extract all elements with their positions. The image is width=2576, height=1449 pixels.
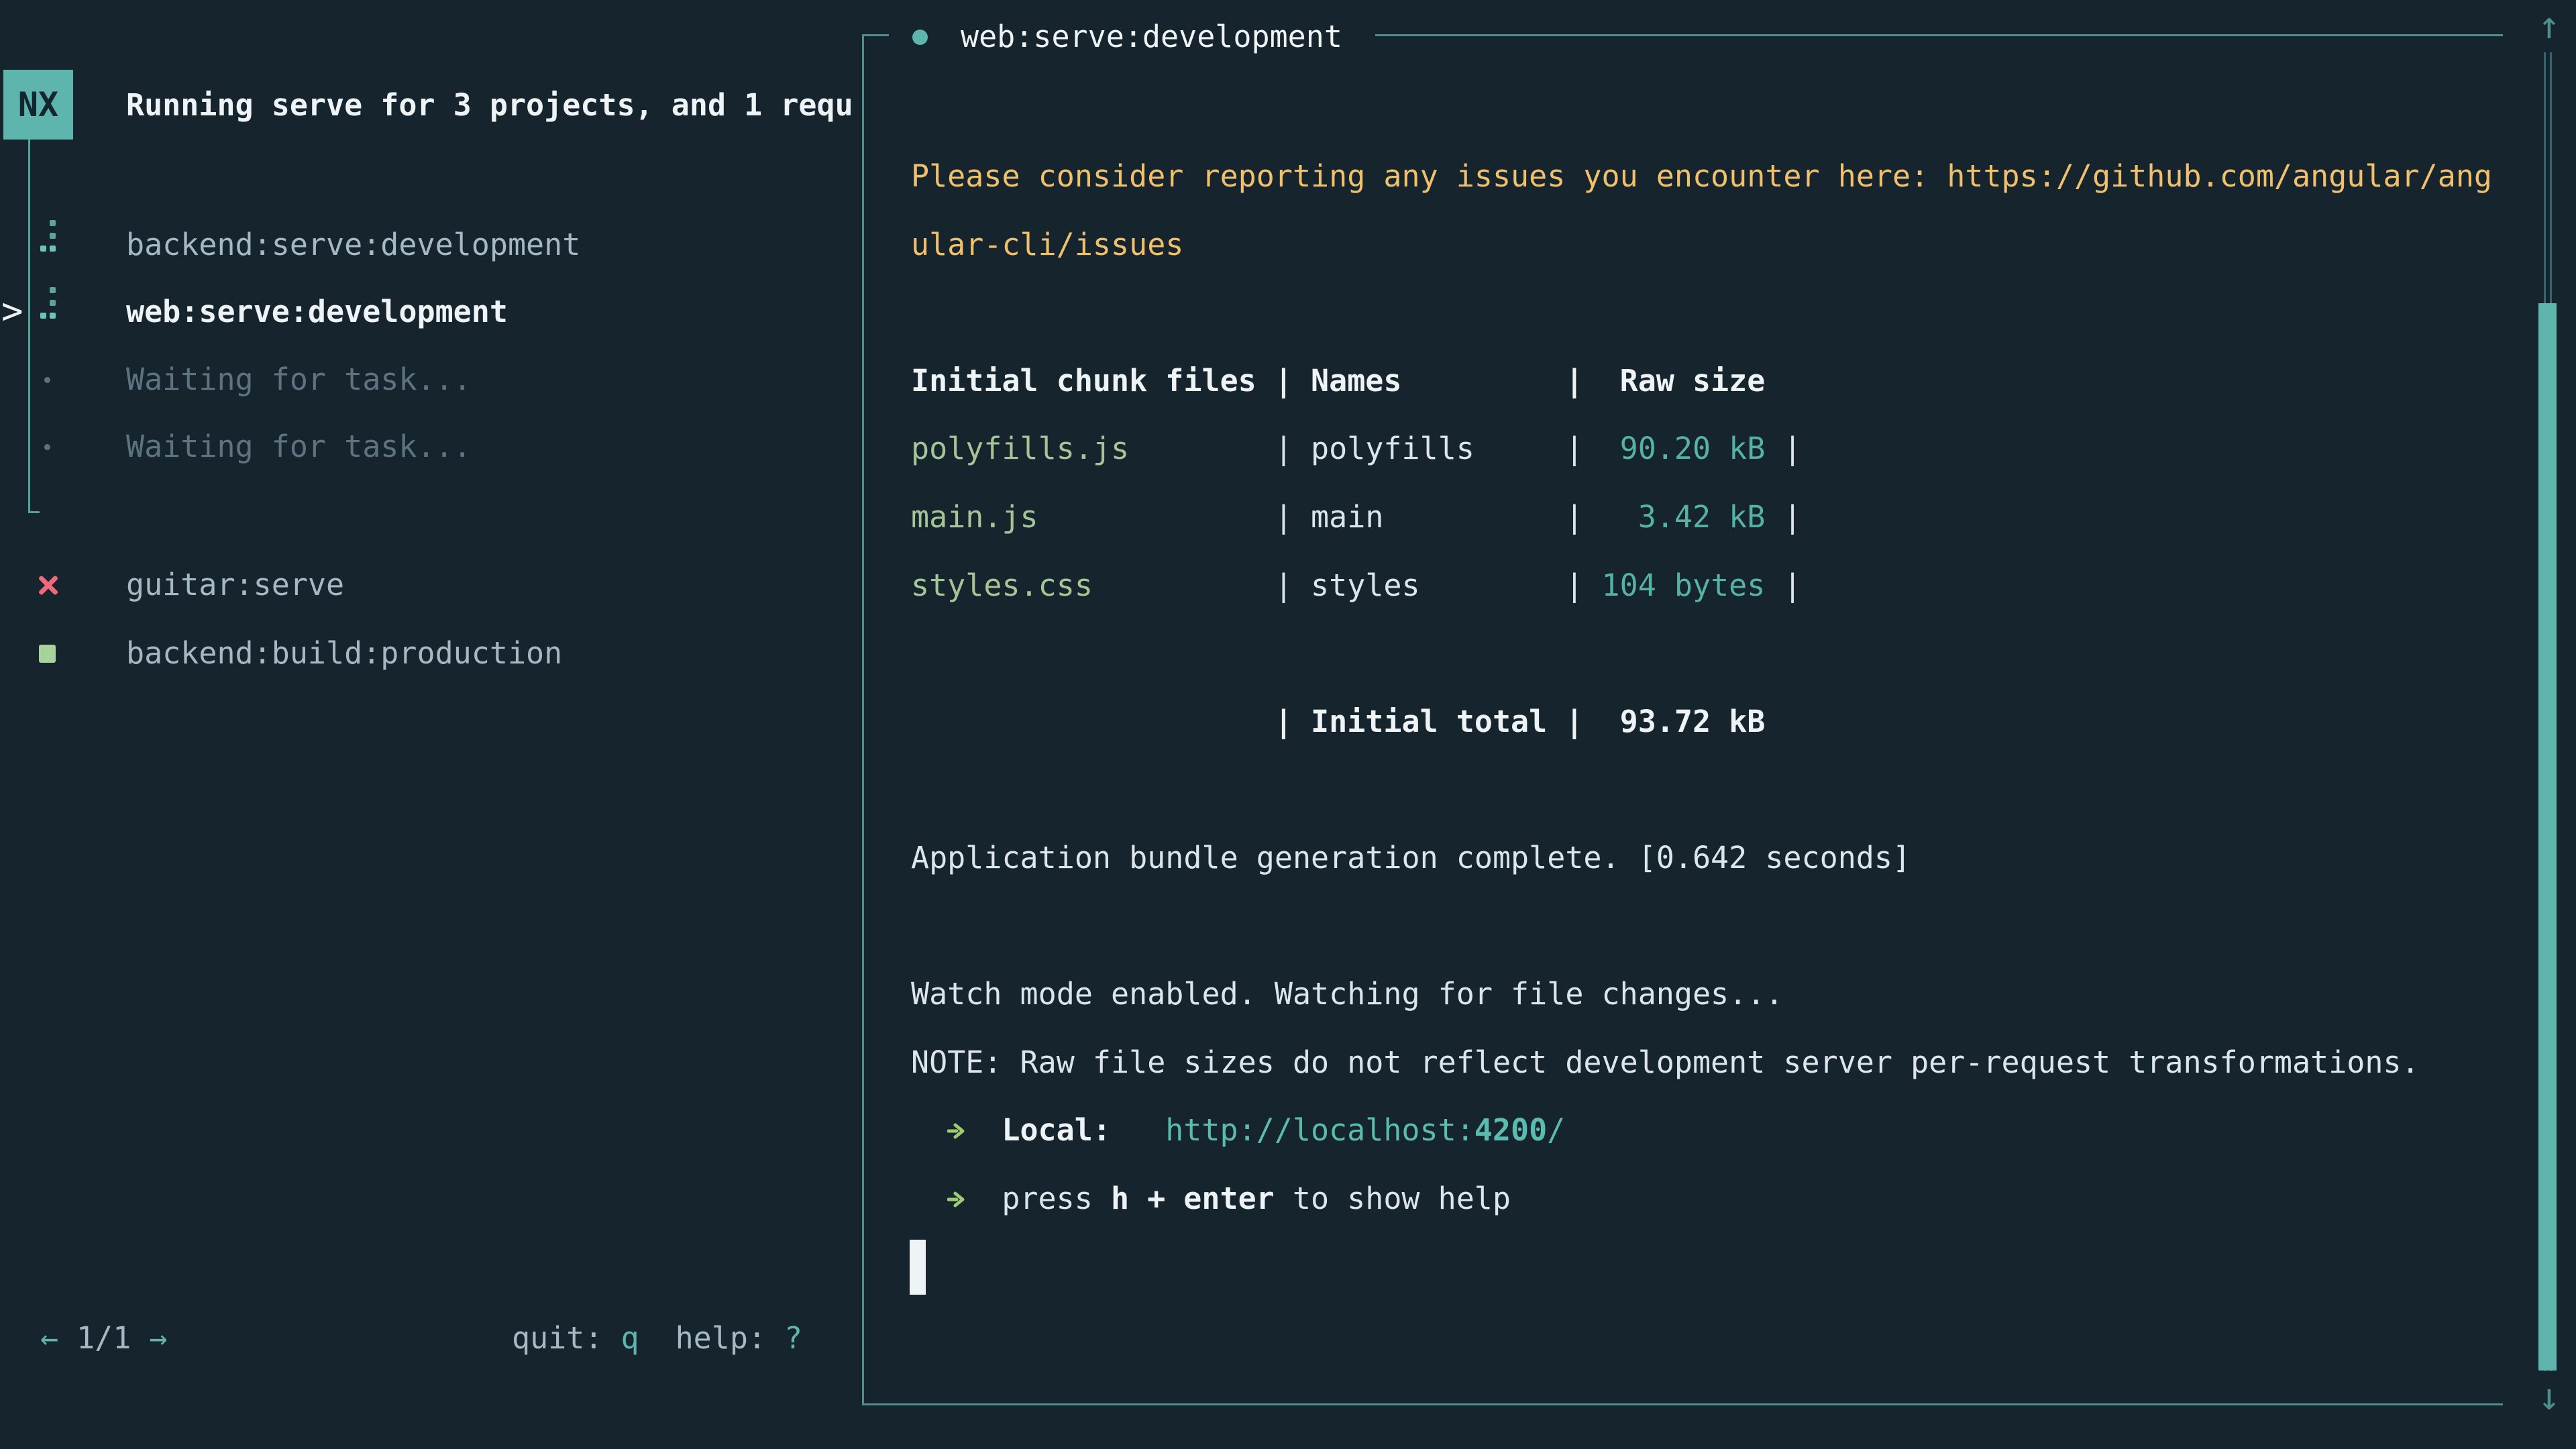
nx-logo-text: NX — [18, 85, 58, 124]
prev-page-arrow-icon[interactable]: ← — [40, 1320, 58, 1356]
prompt-arrow-icon — [947, 1116, 965, 1146]
task-row[interactable]: backend:build:production — [0, 620, 862, 687]
task-label: Waiting for task... — [126, 413, 472, 480]
raw-size-note-line: NOTE: Raw file sizes do not reflect deve… — [911, 1044, 2420, 1080]
page-indicator: 1/1 — [76, 1320, 131, 1356]
local-url-link[interactable]: http://localhost: — [1165, 1112, 1474, 1148]
chunk-name-cell: main — [1311, 499, 1547, 535]
chunk-file-cell: styles.css — [911, 568, 1275, 603]
quit-key: q — [621, 1320, 639, 1356]
angular-issue-notice: ular-cli/issues — [911, 227, 1183, 262]
terminal-line: | Initial total | 93.72 kB — [911, 688, 2508, 756]
scrollbar-thumb[interactable] — [2538, 303, 2557, 1371]
output-panel-title: web:serve:development — [961, 5, 1342, 68]
task-label: Waiting for task... — [126, 346, 472, 413]
task-row[interactable]: backend:serve:development — [0, 211, 862, 278]
chunk-file-cell: main.js — [911, 499, 1275, 535]
task-label: web:serve:development — [126, 278, 508, 345]
terminal-line: styles.css | styles | 104 bytes | — [911, 551, 2508, 620]
terminal-line — [911, 755, 2508, 824]
terminal-line: press h + enter to show help — [911, 1165, 2508, 1233]
chunk-table-header: Initial chunk files | Names | Raw size — [911, 363, 1765, 398]
keyboard-hints: quit: q help:? — [512, 1305, 802, 1372]
angular-issue-notice: Please consider reporting any issues you… — [911, 158, 2492, 194]
bundle-complete-line: Application bundle generation complete. … — [911, 840, 1911, 875]
failed-x-icon — [38, 574, 59, 596]
terminal-line: main.js | main | 3.42 kB | — [911, 483, 2508, 551]
task-list-pagination: ← 1/1 → — [40, 1305, 167, 1372]
local-url-port[interactable]: 4200 — [1474, 1112, 1547, 1148]
task-row[interactable]: Waiting for task... — [0, 346, 862, 413]
task-label: backend:serve:development — [126, 211, 580, 278]
terminal-line — [911, 892, 2508, 961]
terminal-line: Please consider reporting any issues you… — [911, 142, 2508, 211]
watch-mode-line: Watch mode enabled. Watching for file ch… — [911, 976, 1783, 1012]
quit-hint-label: quit: — [512, 1320, 602, 1356]
nx-logo: NX — [3, 70, 73, 140]
chunk-size-cell: 104 bytes — [1602, 568, 1766, 603]
app-title: Running serve for 3 projects, and 1 requ — [126, 71, 860, 139]
chunk-name-cell: styles — [1311, 568, 1547, 603]
terminal-line: Watch mode enabled. Watching for file ch… — [911, 960, 2508, 1028]
panel-border-nub — [862, 34, 889, 36]
terminal-line: polyfills.js | polyfills | 90.20 kB | — [911, 415, 2508, 483]
initial-total-size: 93.72 kB — [1602, 704, 1766, 739]
waiting-dot-icon — [44, 377, 50, 383]
success-square-icon — [39, 645, 56, 663]
task-row[interactable]: > web:serve:development — [0, 278, 862, 345]
task-running-dot-icon — [912, 30, 928, 45]
nx-tui-screen: NX Running serve for 3 projects, and 1 r… — [0, 0, 2576, 1449]
chunk-size-cell: 90.20 kB — [1602, 431, 1766, 466]
prompt-arrow-icon — [947, 1185, 965, 1214]
terminal-line: Initial chunk files | Names | Raw size — [911, 347, 2508, 415]
chunk-size-cell: 3.42 kB — [1602, 499, 1766, 535]
terminal-line — [911, 619, 2508, 688]
terminal-line: Local: http://localhost:4200/ — [911, 1096, 2508, 1165]
chunk-name-cell: polyfills — [1311, 431, 1547, 466]
terminal-line: ular-cli/issues — [911, 211, 2508, 279]
scroll-down-icon[interactable]: ↓ — [2530, 1377, 2568, 1418]
task-row[interactable]: guitar:serve — [0, 551, 862, 619]
selected-task-chevron-icon: > — [1, 278, 23, 345]
task-label: guitar:serve — [126, 551, 344, 619]
panel-title-rule — [1375, 34, 2503, 36]
terminal-line — [911, 278, 2508, 347]
waiting-dot-icon — [44, 444, 50, 450]
terminal-line: Application bundle generation complete. … — [911, 824, 2508, 892]
scroll-up-icon[interactable]: ↑ — [2530, 5, 2568, 47]
help-hint-label: help: — [676, 1320, 766, 1356]
terminal-cursor — [910, 1240, 926, 1295]
initial-total-label: Initial total — [1311, 704, 1547, 739]
help-keys: h + enter — [1111, 1181, 1275, 1216]
task-row[interactable]: Waiting for task... — [0, 413, 862, 480]
task-label: backend:build:production — [126, 620, 562, 687]
chunk-file-cell: polyfills.js — [911, 431, 1275, 466]
help-key: ? — [784, 1320, 802, 1356]
terminal-line: NOTE: Raw file sizes do not reflect deve… — [911, 1028, 2508, 1097]
local-label: Local: — [1002, 1112, 1111, 1148]
next-page-arrow-icon[interactable]: → — [149, 1320, 167, 1356]
terminal-output: Please consider reporting any issues you… — [911, 142, 2508, 1233]
